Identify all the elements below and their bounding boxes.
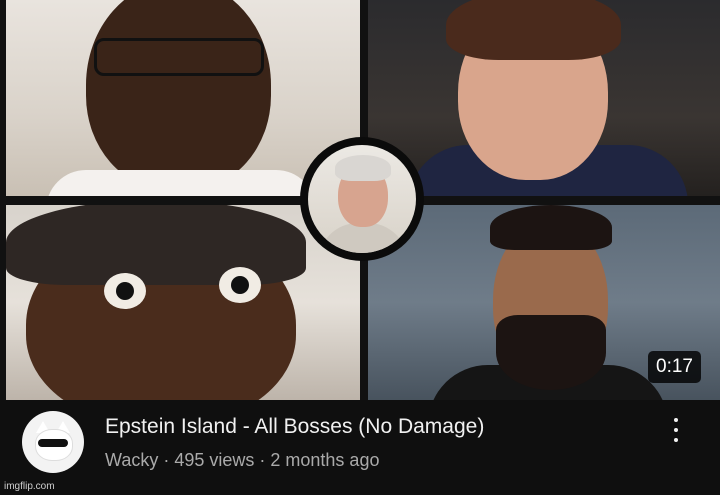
person-face — [86, 0, 271, 190]
meta-separator: · — [254, 450, 271, 470]
person-shirt — [46, 170, 316, 196]
person-beard — [496, 315, 606, 390]
view-count: 495 views — [174, 450, 255, 470]
thumbnail-panel-top-right — [368, 0, 720, 196]
channel-name[interactable]: Wacky — [105, 450, 158, 470]
channel-avatar[interactable] — [22, 411, 84, 473]
person-body — [318, 223, 408, 253]
beanie-hat — [6, 205, 306, 285]
thumbnail-center-circle — [300, 137, 424, 261]
eye — [219, 267, 261, 303]
menu-dot — [674, 418, 678, 422]
thumbnail-panel-top-left — [6, 0, 360, 196]
menu-dot — [674, 438, 678, 442]
upload-age: 2 months ago — [270, 450, 380, 470]
person-hair — [446, 0, 621, 60]
meta-separator: · — [158, 450, 175, 470]
video-thumbnail[interactable]: 0:17 — [0, 0, 720, 400]
eye — [104, 273, 146, 309]
duration-badge: 0:17 — [648, 351, 701, 383]
watermark: imgflip.com — [4, 481, 55, 492]
video-title[interactable]: Epstein Island - All Bosses (No Damage) — [105, 415, 484, 439]
sunglasses-icon — [38, 439, 68, 447]
person-hair — [335, 155, 391, 181]
video-meta: Wacky · 495 views · 2 months ago — [105, 450, 379, 471]
person-hair — [490, 205, 612, 250]
more-options-icon[interactable] — [664, 416, 688, 444]
center-portrait — [308, 145, 416, 253]
menu-dot — [674, 428, 678, 432]
thumbnail-panel-bottom-left — [6, 205, 360, 400]
glasses-icon — [94, 38, 264, 76]
